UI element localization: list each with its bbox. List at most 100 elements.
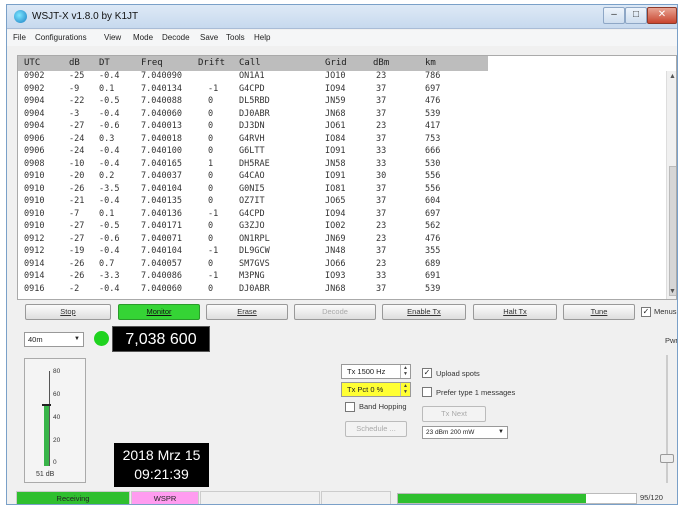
utc-cell: 0904	[24, 108, 45, 119]
table-row[interactable]: 0904 -22 -0.5 7.040088 0 DL5RBD JN59 37 476	[18, 96, 668, 108]
table-row[interactable]: 0910 -7 0.1 7.040136 -1 G4CPD IO94 37 697	[18, 209, 668, 221]
call-cell: DL5RBD	[239, 96, 270, 106]
dbm-cell: 23	[376, 121, 387, 131]
halt-tx-button[interactable]: Halt Tx	[473, 304, 557, 320]
maximize-button[interactable]: □	[625, 7, 647, 24]
pwr-label: Pwr	[665, 336, 678, 345]
km-cell: 697	[425, 208, 441, 219]
tx-power-select[interactable]: 23 dBm 200 mW ▼	[422, 426, 508, 439]
band-hopping-checkbox[interactable]	[345, 402, 355, 412]
call-cell: G4RVH	[239, 133, 265, 144]
table-row[interactable]: 0908 -10 -0.4 7.040165 1 DH5RAE JN58 33 530	[18, 159, 668, 171]
power-slider-handle[interactable]	[660, 454, 674, 463]
table-row[interactable]: 0902 -25 -0.4 7.040090 ON1A1 JO10 23 786	[18, 71, 668, 83]
button-row: Stop Monitor Erase Decode Enable Tx Halt…	[17, 304, 677, 321]
tx-frequency-value: Tx 1500 Hz	[347, 367, 386, 376]
table-row[interactable]: 0914 -26 0.7 7.040057 0 SM7GVS JO66 23 689	[18, 259, 668, 271]
dt-cell: -3.3	[99, 271, 120, 281]
upload-spots-checkbox[interactable]: ✓	[422, 368, 432, 378]
dt-cell: -0.4	[99, 246, 120, 256]
decode-button[interactable]: Decode	[294, 304, 376, 320]
table-row[interactable]: 0912 -19 -0.4 7.040104 -1 DL9GCW JN48 37 355	[18, 246, 668, 258]
header-dt: DT	[99, 58, 110, 68]
freq-cell: 7.040134	[141, 83, 182, 94]
grid-cell: JO66	[325, 258, 346, 269]
receiving-status: Receiving	[16, 491, 130, 504]
scroll-up-icon[interactable]: ▲	[669, 73, 676, 80]
minimize-button[interactable]: –	[603, 7, 625, 24]
schedule-button[interactable]: Schedule ...	[345, 421, 407, 437]
utc-cell: 0912	[24, 233, 45, 244]
menu-file[interactable]: File	[13, 33, 26, 42]
stop-button[interactable]: Stop	[25, 304, 111, 320]
drift-cell: 0	[208, 183, 214, 194]
tune-button[interactable]: Tune	[563, 304, 635, 320]
tx-frequency-spinbox[interactable]: Tx 1500 Hz ▲ ▼	[341, 364, 411, 379]
freq-cell: 7.040171	[141, 221, 182, 231]
dbm-cell: 37	[376, 208, 387, 219]
db-cell: -26	[69, 183, 85, 194]
utc-cell: 0910	[24, 208, 45, 219]
menu-mode[interactable]: Mode	[133, 33, 153, 42]
menu-bar: File Configurations View Mode Decode Sav…	[7, 30, 677, 46]
table-row[interactable]: 0906 -24 -0.4 7.040100 0 G6LTT IO91 33 666	[18, 146, 668, 158]
drift-cell: 0	[208, 146, 214, 156]
drift-cell: 0	[208, 121, 214, 131]
grid-cell: JN59	[325, 96, 346, 106]
tx-next-button[interactable]: Tx Next	[422, 406, 486, 422]
menu-help[interactable]: Help	[254, 33, 270, 42]
km-cell: 689	[425, 258, 441, 269]
dt-cell: -0.4	[99, 71, 120, 81]
table-row[interactable]: 0912 -27 -0.6 7.040071 0 ON1RPL JN69 23 476	[18, 234, 668, 246]
dbm-cell: 37	[376, 96, 387, 106]
db-cell: -2	[69, 283, 80, 294]
spin-arrows-icon[interactable]: ▲ ▼	[400, 383, 410, 396]
table-row[interactable]: 0906 -24 0.3 7.040018 0 G4RVH IO84 37 753	[18, 134, 668, 146]
close-button[interactable]: ✕	[647, 7, 677, 24]
scroll-down-icon[interactable]: ▼	[669, 288, 676, 295]
drift-cell: 0	[208, 258, 214, 269]
menu-view[interactable]: View	[104, 33, 121, 42]
table-row[interactable]: 0916 -2 -0.4 7.040060 0 DJ0ABR JN68 37 539	[18, 284, 668, 296]
scroll-thumb[interactable]	[669, 166, 676, 296]
erase-button[interactable]: Erase	[206, 304, 288, 320]
menu-save[interactable]: Save	[200, 33, 218, 42]
db-cell: -22	[69, 96, 85, 106]
band-select-value: 40m	[28, 335, 43, 344]
spin-arrows-icon[interactable]: ▲ ▼	[400, 365, 410, 378]
power-slider[interactable]	[660, 355, 674, 483]
header-freq: Freq	[141, 58, 163, 68]
grid-cell: JO65	[325, 196, 346, 206]
table-row[interactable]: 0902 -9 0.1 7.040134 -1 G4CPD IO94 37 697	[18, 84, 668, 96]
table-row[interactable]: 0904 -27 -0.6 7.040013 0 DJ3DN JO61 23 417	[18, 121, 668, 133]
monitor-button[interactable]: Monitor	[118, 304, 200, 320]
prefer-type1-checkbox[interactable]	[422, 387, 432, 397]
drift-cell: 0	[208, 171, 214, 181]
db-cell: -9	[69, 83, 80, 94]
menu-tools[interactable]: Tools	[226, 33, 245, 42]
km-cell: 530	[425, 158, 441, 169]
freq-cell: 7.040090	[141, 71, 182, 81]
table-row[interactable]: 0910 -26 -3.5 7.040104 0 G0NI5 IO81 37 556	[18, 184, 668, 196]
dt-cell: -0.5	[99, 96, 120, 106]
db-cell: -27	[69, 121, 85, 131]
enable-tx-button[interactable]: Enable Tx	[382, 304, 466, 320]
tx-pct-spinbox[interactable]: Tx Pct 0 % ▲ ▼	[341, 382, 411, 397]
utc-cell: 0910	[24, 183, 45, 194]
decoded-rows[interactable]: 0902 -25 -0.4 7.040090 ON1A1 JO10 23 786 0902 -9 0…	[18, 71, 668, 299]
table-row[interactable]: 0910 -20 0.2 7.040037 0 G4CAO IO91 30 556	[18, 171, 668, 183]
band-select[interactable]: 40m ▼	[24, 332, 84, 347]
chevron-down-icon: ▼	[498, 429, 504, 435]
meter-tick-label: 0	[53, 459, 57, 466]
menu-configurations[interactable]: Configurations	[35, 33, 87, 42]
menu-decode[interactable]: Decode	[162, 33, 190, 42]
menus-checkbox[interactable]: ✓	[641, 307, 651, 317]
freq-cell: 7.040104	[141, 246, 182, 256]
dbm-cell: 23	[376, 71, 387, 81]
decode-scrollbar[interactable]: ▲ ▼	[666, 71, 676, 299]
table-row[interactable]: 0914 -26 -3.3 7.040086 -1 M3PNG IO93 33 691	[18, 271, 668, 283]
table-row[interactable]: 0904 -3 -0.4 7.040060 0 DJ0ABR JN68 37 539	[18, 109, 668, 121]
table-row[interactable]: 0910 -27 -0.5 7.040171 0 G3ZJO IO02 23 562	[18, 221, 668, 233]
table-row[interactable]: 0910 -21 -0.4 7.040135 0 OZ7IT JO65 37 604	[18, 196, 668, 208]
grid-cell: IO81	[325, 183, 346, 194]
